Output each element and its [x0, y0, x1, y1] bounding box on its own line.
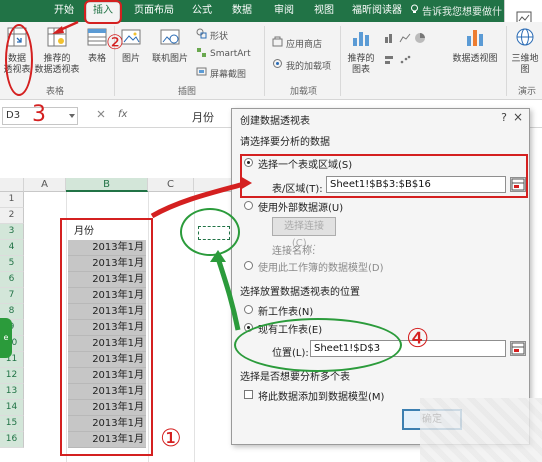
- highlight-pivot-button: [5, 24, 33, 96]
- step-3-label: 3: [32, 102, 46, 127]
- highlight-range-section: [240, 154, 528, 198]
- highlight-data-range: [60, 218, 153, 456]
- arrow-location-to-cell: [215, 257, 241, 331]
- arrow-step2-head: [52, 26, 64, 34]
- highlight-target-cell: [180, 208, 240, 256]
- highlight-insert-tab: [84, 0, 122, 24]
- highlight-location: [234, 318, 402, 372]
- step-2-label: ②: [106, 30, 124, 54]
- step-1-label: ①: [160, 424, 182, 452]
- step-4-label: ④: [406, 324, 430, 354]
